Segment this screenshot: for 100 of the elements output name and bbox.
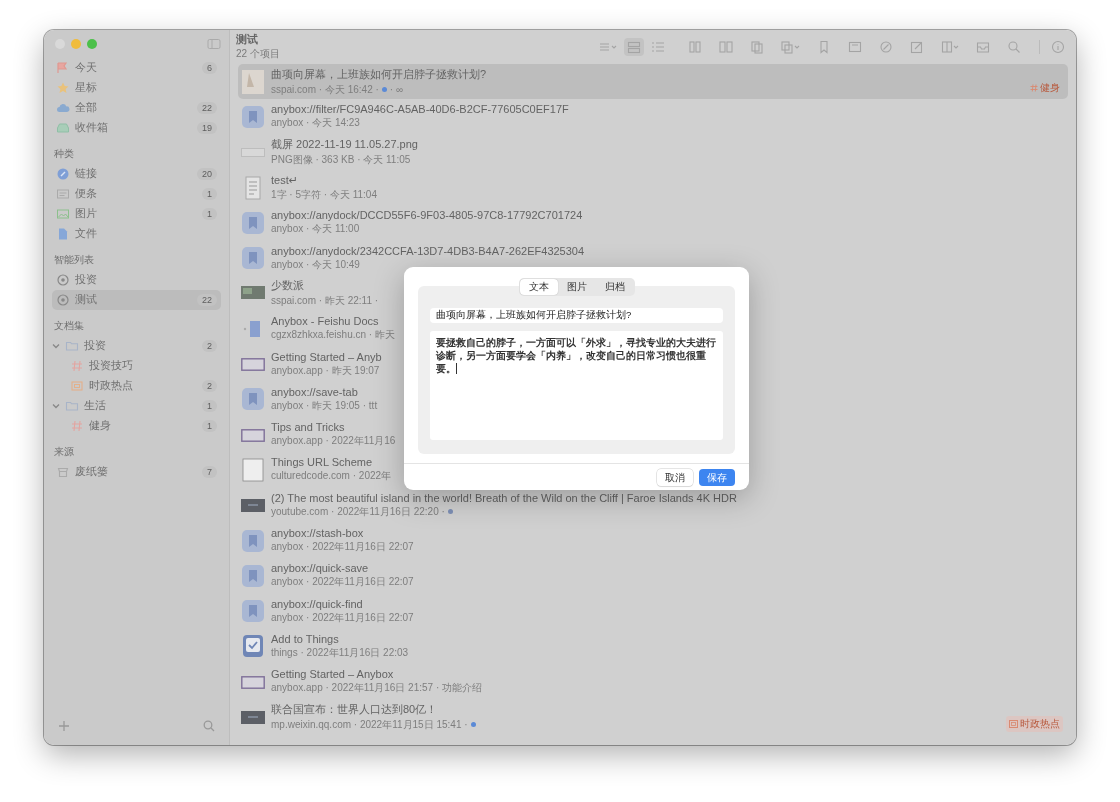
tab[interactable]: 归档 — [595, 279, 634, 295]
file-icon — [56, 227, 70, 241]
search-icon[interactable] — [203, 720, 215, 732]
item-meta: anybox · 2022年11月16日 22:07 — [271, 575, 414, 590]
search-icon[interactable] — [1007, 40, 1021, 54]
item-meta: anybox.app · 2022年11月16 — [271, 434, 396, 449]
bookmark-app-icon — [241, 528, 265, 553]
list-row[interactable]: Tips and Tricks anybox.app · 2022年11月16 — [238, 416, 401, 453]
list-row[interactable]: Getting Started – Anyb anybox.app · 昨天 19:07 — [238, 346, 387, 382]
add-icon[interactable] — [58, 720, 70, 732]
sidebar-item[interactable]: 星标 — [52, 78, 221, 98]
count-badge: 2 — [202, 340, 217, 352]
hash-icon — [70, 359, 84, 373]
tag[interactable]: 时政热点 — [1006, 715, 1063, 732]
item-title: Add to Things — [271, 632, 340, 645]
inbox-icon[interactable] — [976, 40, 990, 54]
sidebar-item[interactable]: 投资 — [52, 270, 221, 290]
archive-box-icon — [1009, 719, 1018, 728]
edit-icon[interactable] — [910, 40, 924, 54]
list-row[interactable]: 截屏 2022-11-19 11.05.27.png PNG图像 · 363 KB · 今天 11:05 — [238, 134, 423, 170]
sidebar-item[interactable]: 收件箱 19 — [52, 118, 221, 138]
panel-dropdown-icon[interactable] — [941, 40, 959, 54]
item-title: Things URL Scheme — [271, 456, 374, 469]
item-meta: anybox · 今天 11:00 — [271, 222, 360, 237]
archive-box-icon — [70, 379, 84, 393]
grid-icon[interactable] — [688, 40, 702, 54]
item-title: Getting Started – Anybox — [271, 668, 395, 681]
cancel-button[interactable]: 取消 — [657, 469, 693, 486]
item-meta: · ∞ — [389, 84, 404, 96]
list-row[interactable]: anybox://anydock/2342CCFA-13D7-4DB3-B4A7-262EF4325304 anybox · 今天 10:49 — [238, 240, 590, 276]
duplicate-dropdown-icon[interactable] — [781, 40, 800, 54]
trash-icon — [56, 465, 70, 479]
card-view-icon[interactable] — [627, 40, 641, 54]
save-button[interactable]: 保存 — [699, 469, 735, 486]
list-row[interactable]: Getting Started – Anybox anybox.app · 2022年11月16日 21:57 · 功能介绍 — [238, 664, 488, 700]
list-row[interactable]: Add to Things things · 2022年11月16日 22:03 — [238, 628, 414, 665]
item-title: 联合国宣布：世界人口达到80亿！ — [271, 702, 439, 717]
bookmark-app-icon — [241, 599, 265, 624]
list-row[interactable]: Things URL Scheme culturedcode.com · 2022年 — [238, 452, 397, 488]
sidebar-item[interactable]: 投资 2 — [52, 336, 221, 356]
list-row[interactable]: anybox://save-tab anybox · 昨天 19:05 · ttt — [238, 381, 383, 417]
list-row[interactable]: 联合国宣布：世界人口达到80亿！ mp.weixin.qq.com · 2022年11月15日 15:41 · 时政热点 — [238, 699, 1068, 735]
section-heading: 智能列表 — [53, 253, 95, 267]
bookmark-app-icon — [241, 563, 265, 588]
sort-dropdown-icon[interactable] — [599, 40, 617, 54]
title-field[interactable]: 曲项向屏幕，上班族如何开启脖子拯救计划? — [430, 308, 723, 323]
item-meta: anybox · 2022年11月16日 22:07 — [271, 610, 414, 625]
count-badge: 6 — [202, 62, 217, 74]
chevron-icon[interactable] — [52, 402, 60, 410]
sidebar-item[interactable]: 健身 1 — [52, 416, 221, 436]
section-heading: 文档集 — [53, 319, 85, 333]
sidebar-item[interactable]: 时政热点 2 — [52, 376, 221, 396]
star-icon — [56, 81, 70, 95]
list-row[interactable]: Anybox - Feishu Docs cgzx8zhkxa.feishu.cn · 昨天 — [238, 311, 400, 347]
sidebar-item[interactable]: 链接 20 — [52, 164, 221, 184]
count-badge: 1 — [202, 188, 217, 200]
list-row[interactable]: anybox://quick-save anybox · 2022年11月16日 22:07 — [238, 558, 419, 594]
columns-icon[interactable] — [719, 40, 733, 54]
list-row[interactable]: 少数派 sspai.com · 昨天 22:11 · — [238, 275, 384, 312]
sidebar-item[interactable]: 图片 1 — [52, 204, 221, 224]
list-row[interactable]: anybox://quick-find anybox · 2022年11月16日 22:07 — [238, 593, 419, 629]
image-frame-icon[interactable] — [848, 40, 862, 54]
list-row[interactable]: (2) The most beautiful island in the world! Breath of the Wild on the Cliff | Faroe Islands 4K HDR youtube.com · 2022年11月16日 22:20 · — [238, 487, 742, 523]
sidebar-item[interactable]: 生活 1 — [52, 396, 221, 416]
tab[interactable]: 图片 — [557, 279, 596, 295]
sidebar-item[interactable]: 文件 — [52, 224, 221, 244]
tag[interactable]: 健身 — [1027, 80, 1063, 97]
bookmark-icon[interactable] — [817, 40, 831, 54]
info-icon[interactable] — [1051, 40, 1065, 54]
list-row[interactable]: anybox://filter/FC9A946C-A5AB-40D6-B2CF-77605C0EF17F anybox · 今天 14:23 — [238, 99, 574, 135]
item-title: anybox://anydock/2342CCFA-13D7-4DB3-B4A7-262EF4325304 — [271, 244, 585, 257]
list-row[interactable]: test↵ 1字 · 5字符 · 今天 11:04 — [238, 169, 382, 206]
hash-icon — [1030, 84, 1038, 93]
chevron-icon[interactable] — [52, 342, 60, 350]
list-row[interactable]: anybox://anydock/DCCD55F6-9F03-4805-97C8-17792C701724 anybox · 今天 11:00 — [238, 205, 588, 241]
count-badge: 22 — [197, 102, 217, 114]
sidebar-toggle-icon[interactable] — [207, 38, 221, 50]
minimize-button[interactable] — [71, 39, 81, 49]
sidebar-item[interactable]: 投资技巧 — [52, 356, 221, 376]
sidebar-item[interactable]: 今天 6 — [52, 58, 221, 78]
bookmark-app-icon — [241, 387, 265, 412]
sidebar-item[interactable]: 测试 22 — [52, 290, 221, 310]
sidebar-item[interactable]: 全部 22 — [52, 98, 221, 118]
item-title: 曲项向屏幕，上班族如何开启脖子拯救计划? — [271, 66, 487, 82]
count-badge: 1 — [202, 420, 217, 432]
sidebar-item[interactable]: 废纸篓 7 — [52, 462, 221, 482]
list-row[interactable]: anybox://stash-box anybox · 2022年11月16日 22:07 — [238, 522, 419, 559]
item-meta: PNG图像 · 363 KB · 今天 11:05 — [271, 153, 411, 168]
item-title: anybox://filter/FC9A946C-A5AB-40D6-B2CF-77605C0EF17F — [271, 103, 569, 116]
flag-icon — [56, 61, 70, 75]
zoom-button[interactable] — [87, 39, 97, 49]
sidebar-item[interactable]: 便条 1 — [52, 184, 221, 204]
folder-icon — [65, 339, 79, 353]
cloud-icon — [56, 101, 70, 115]
item-title: anybox://stash-box — [271, 527, 365, 539]
section-heading: 种类 — [53, 147, 75, 161]
text-area[interactable]: 要拯救自己的脖子，一方面可以「外求」，寻找专业的大夫进行诊断，另一方面要学会「内养」，改变自己的日常习惯也很重要。 — [430, 331, 723, 440]
tray-icon — [56, 121, 70, 135]
copy-icon[interactable] — [750, 40, 764, 54]
tab[interactable]: 文本 — [519, 279, 558, 295]
